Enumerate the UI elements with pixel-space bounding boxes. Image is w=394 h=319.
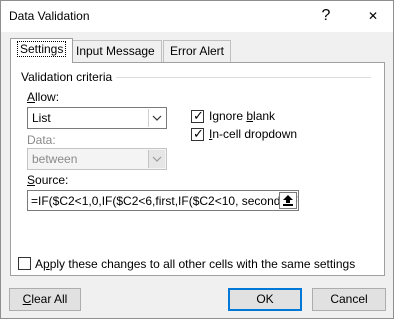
in-cell-dropdown-label: In-cell dropdown (209, 127, 298, 141)
data-select: between (27, 148, 167, 170)
apply-all-checkbox[interactable] (18, 257, 31, 270)
cancel-button[interactable]: Cancel (312, 288, 386, 311)
tab-settings-label: Settings (17, 41, 67, 57)
close-button[interactable]: ✕ (358, 4, 388, 28)
tab-settings[interactable]: Settings (10, 38, 74, 63)
window-title: Data Validation (9, 9, 90, 23)
tab-input-message[interactable]: Input Message (69, 40, 162, 62)
data-select-value: between (32, 152, 78, 166)
allow-select[interactable]: List (27, 107, 167, 129)
source-input[interactable]: =IF($C2<1,0,IF($C2<6,first,IF($C2<10, se… (27, 190, 299, 211)
tab-input-message-label: Input Message (76, 44, 155, 58)
apply-all-label: Apply these changes to all other cells w… (35, 257, 356, 271)
allow-select-value: List (32, 111, 51, 125)
chevron-down-icon[interactable] (148, 109, 165, 127)
check-icon: ✓ (193, 126, 204, 141)
source-label: Source: (27, 173, 69, 187)
title-bar: Data Validation ? ✕ (1, 1, 393, 32)
ignore-blank-label: Ignore blank (209, 109, 276, 123)
settings-panel: Validation criteria Allow: List ✓ Ignore… (10, 62, 385, 276)
check-icon: ✓ (193, 108, 204, 123)
source-input-value: =IF($C2<1,0,IF($C2<6,first,IF($C2<10, se… (31, 194, 298, 208)
data-validation-dialog: Data Validation ? ✕ Settings Input Messa… (0, 0, 394, 319)
ignore-blank-checkbox[interactable]: ✓ (191, 108, 204, 123)
collapse-dialog-icon (283, 195, 293, 206)
chevron-down-icon (148, 150, 165, 168)
tab-error-alert[interactable]: Error Alert (163, 40, 232, 62)
clear-all-button[interactable]: Clear All (9, 288, 81, 311)
in-cell-dropdown-checkbox[interactable]: ✓ (191, 126, 204, 141)
validation-criteria-title: Validation criteria (19, 70, 115, 84)
data-label: Data: (27, 133, 56, 147)
ok-button[interactable]: OK (228, 288, 302, 311)
allow-label: Allow: (27, 90, 60, 104)
help-button[interactable]: ? (313, 4, 339, 28)
group-divider (116, 77, 371, 78)
tab-error-alert-label: Error Alert (170, 44, 225, 58)
collapse-dialog-button[interactable] (279, 192, 297, 209)
